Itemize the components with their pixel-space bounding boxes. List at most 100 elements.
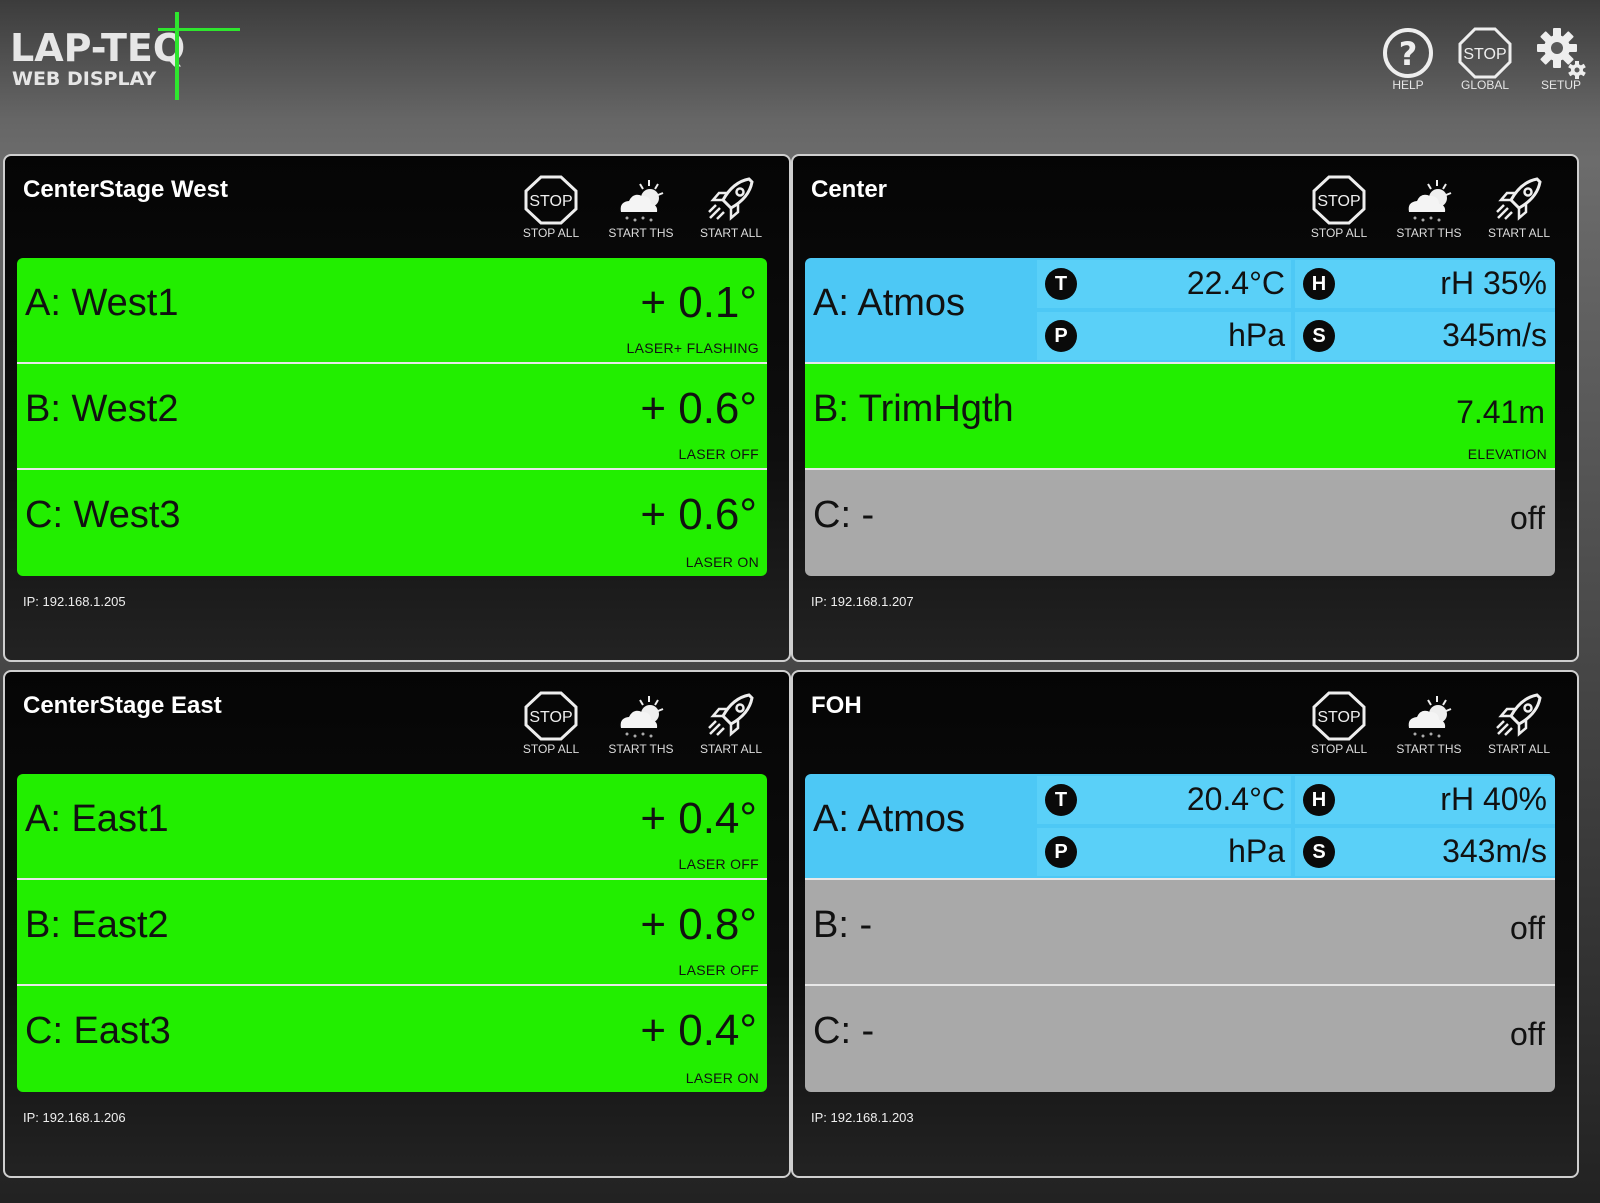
- device-ip: IP: 192.168.1.203: [811, 1110, 914, 1125]
- start-all-button[interactable]: START ALL: [1481, 174, 1557, 240]
- start-ths-label: START THS: [1396, 742, 1462, 756]
- pressure-cell: P hPa: [1037, 828, 1291, 876]
- stop-sign-text: STOP: [1317, 193, 1360, 210]
- channel-row-a-atmos[interactable]: A: Atmos T 22.4°C H rH 35% P hPa S 345m/…: [805, 258, 1555, 364]
- channel-list: A: Atmos T 22.4°C H rH 35% P hPa S 345m/…: [805, 258, 1555, 576]
- channel-value: + 0.1°: [640, 278, 757, 327]
- device-panel-center: Center STOP STOP ALL START THS START ALL…: [791, 154, 1579, 662]
- start-all-label: START ALL: [699, 226, 763, 240]
- channel-row-c[interactable]: C: - off: [805, 986, 1555, 1092]
- channel-status: LASER OFF: [678, 962, 759, 978]
- temperature-badge: T: [1045, 784, 1077, 816]
- logo-title: LAP-TEQ: [10, 26, 186, 70]
- stop-all-button[interactable]: STOP STOP ALL: [1301, 174, 1377, 240]
- panel-title: FOH: [811, 692, 862, 719]
- channel-value: + 0.8°: [640, 900, 757, 949]
- app-logo: LAP-TEQ WEB DISPLAY: [8, 10, 240, 102]
- humidity-badge: H: [1303, 784, 1335, 816]
- humidity-cell: H rH 40%: [1295, 776, 1555, 824]
- channel-label: A: Atmos: [813, 798, 966, 840]
- weather-cloud-sun-icon: [1408, 180, 1452, 222]
- help-label: HELP: [1392, 78, 1424, 92]
- pressure-cell: P hPa: [1037, 312, 1291, 360]
- channel-row-b[interactable]: B: East2 + 0.8° LASER OFF: [17, 880, 767, 986]
- start-ths-button[interactable]: START THS: [1391, 174, 1467, 240]
- channel-value: 7.41m: [1456, 394, 1545, 430]
- channel-value: + 0.4°: [640, 1006, 757, 1055]
- speed-of-sound-badge: S: [1303, 836, 1335, 868]
- stop-all-label: STOP ALL: [522, 226, 580, 240]
- channel-label: B: West2: [25, 388, 179, 430]
- stop-all-label: STOP ALL: [1310, 226, 1368, 240]
- stop-sign-icon: STOP: [1312, 175, 1366, 225]
- stop-all-button[interactable]: STOP STOP ALL: [513, 174, 589, 240]
- device-panel-centerstage-west: CenterStage West STOP STOP ALL START THS…: [3, 154, 791, 662]
- channel-label: B: TrimHgth: [813, 388, 1014, 430]
- humidity-value: rH 35%: [1440, 265, 1547, 301]
- global-stop-button[interactable]: STOP GLOBAL: [1450, 26, 1520, 92]
- channel-label: B: East2: [25, 904, 169, 946]
- temperature-value: 22.4°C: [1186, 265, 1285, 301]
- channel-status: LASER OFF: [678, 856, 759, 872]
- channel-list: A: East1 + 0.4° LASER OFF B: East2 + 0.8…: [17, 774, 767, 1092]
- channel-row-b[interactable]: B: TrimHgth 7.41m ELEVATION: [805, 364, 1555, 470]
- channel-label: C: East3: [25, 1010, 171, 1052]
- channel-status: LASER ON: [685, 554, 759, 570]
- humidity-badge: H: [1303, 268, 1335, 300]
- start-all-button[interactable]: START ALL: [1481, 690, 1557, 756]
- channel-row-b[interactable]: B: - off: [805, 880, 1555, 986]
- stop-all-button[interactable]: STOP STOP ALL: [513, 690, 589, 756]
- logo-crosshair-vertical: [175, 12, 179, 100]
- start-ths-button[interactable]: START THS: [1391, 690, 1467, 756]
- rocket-icon: [708, 177, 754, 221]
- channel-row-a[interactable]: A: West1 + 0.1° LASER+ FLASHING: [17, 258, 767, 364]
- global-label: GLOBAL: [1460, 78, 1510, 92]
- channel-label: C: West3: [25, 494, 181, 536]
- pressure-value: hPa: [1228, 833, 1285, 869]
- device-panel-foh: FOH STOP STOP ALL START THS START ALL A:…: [791, 670, 1579, 1178]
- temperature-badge: T: [1045, 268, 1077, 300]
- atmos-readings: T 22.4°C H rH 35% P hPa S 345m/s: [1037, 258, 1555, 362]
- channel-row-a-atmos[interactable]: A: Atmos T 20.4°C H rH 40% P hPa S 343m/…: [805, 774, 1555, 880]
- channel-row-c[interactable]: C: - off: [805, 470, 1555, 576]
- start-ths-button[interactable]: START THS: [603, 174, 679, 240]
- setup-label: SETUP: [1540, 78, 1581, 92]
- pressure-badge: P: [1045, 836, 1077, 868]
- pressure-value: hPa: [1228, 317, 1285, 353]
- start-ths-button[interactable]: START THS: [603, 690, 679, 756]
- channel-value: off: [1510, 1016, 1545, 1052]
- svg-text:?: ?: [1399, 35, 1418, 73]
- channel-row-b[interactable]: B: West2 + 0.6° LASER OFF: [17, 364, 767, 470]
- start-all-button[interactable]: START ALL: [693, 174, 769, 240]
- rocket-icon: [708, 693, 754, 737]
- channel-row-c[interactable]: C: West3 + 0.6° LASER ON: [17, 470, 767, 576]
- help-icon: ?: [1383, 28, 1433, 78]
- start-all-button[interactable]: START ALL: [693, 690, 769, 756]
- speed-of-sound-value: 343m/s: [1442, 833, 1547, 869]
- channel-label: C: -: [813, 494, 875, 536]
- panel-title: Center: [811, 176, 888, 203]
- humidity-cell: H rH 35%: [1295, 260, 1555, 308]
- stop-sign-icon: STOP: [1312, 691, 1366, 741]
- start-ths-label: START THS: [1396, 226, 1462, 240]
- stop-all-label: STOP ALL: [522, 742, 580, 756]
- stop-sign-icon: STOP: [1458, 27, 1512, 79]
- stop-all-button[interactable]: STOP STOP ALL: [1301, 690, 1377, 756]
- temperature-value: 20.4°C: [1186, 781, 1285, 817]
- weather-cloud-sun-icon: [620, 180, 664, 222]
- start-all-label: START ALL: [1487, 742, 1551, 756]
- stop-sign-text: STOP: [1317, 709, 1360, 726]
- channel-label: C: -: [813, 1010, 875, 1052]
- channel-row-c[interactable]: C: East3 + 0.4° LASER ON: [17, 986, 767, 1092]
- setup-button[interactable]: SETUP: [1526, 26, 1596, 92]
- logo-subtitle: WEB DISPLAY: [12, 68, 157, 90]
- rocket-icon: [1496, 693, 1542, 737]
- help-button[interactable]: ? HELP: [1373, 26, 1443, 92]
- channel-label: A: East1: [25, 798, 169, 840]
- channel-list: A: Atmos T 20.4°C H rH 40% P hPa S 343m/…: [805, 774, 1555, 1092]
- channel-value: + 0.6°: [640, 490, 757, 539]
- temperature-cell: T 22.4°C: [1037, 260, 1291, 308]
- gear-icon: [1537, 28, 1586, 79]
- speed-of-sound-cell: S 343m/s: [1295, 828, 1555, 876]
- channel-row-a[interactable]: A: East1 + 0.4° LASER OFF: [17, 774, 767, 880]
